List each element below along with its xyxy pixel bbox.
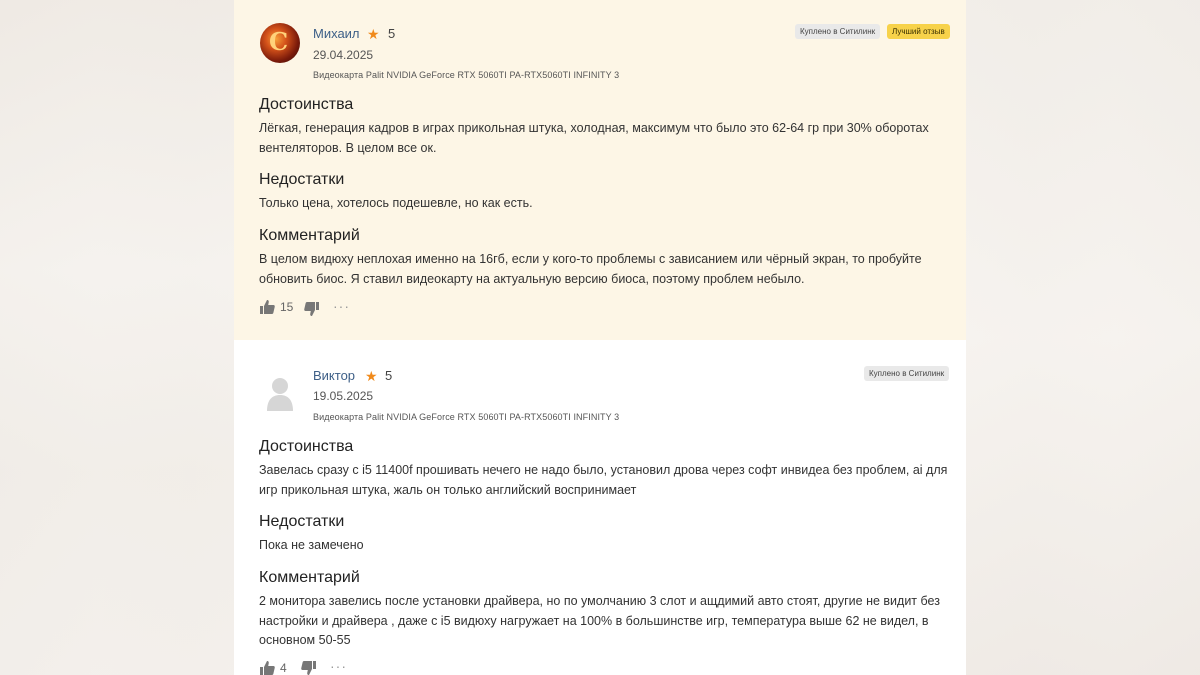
blurred-background-left — [0, 0, 234, 675]
review-card: Виктор ★ 5 19.05.2025 Видеокарта Palit N… — [234, 340, 966, 675]
product-name[interactable]: Видеокарта Palit NVIDIA GeForce RTX 5060… — [313, 70, 619, 80]
more-icon[interactable]: ··· — [333, 298, 350, 314]
like-count: 4 — [280, 661, 287, 675]
blurred-background-right — [966, 0, 1200, 675]
cons-title: Недостатки — [259, 171, 345, 188]
pros-text: Завелась сразу с i5 11400f прошивать неч… — [259, 463, 948, 497]
star-icon: ★ — [365, 368, 378, 384]
review-card: C Михаил ★ 5 29.04.2025 Видеокарта Palit… — [234, 0, 966, 340]
dislike-button[interactable] — [301, 661, 316, 675]
comment-title: Комментарий — [259, 227, 360, 244]
author-name[interactable]: Виктор — [313, 368, 355, 383]
thumbs-down-icon — [304, 302, 319, 316]
purchased-badge: Куплено в Ситилинк — [864, 366, 950, 381]
thumbs-down-icon — [301, 661, 316, 675]
thumbs-up-icon — [260, 300, 275, 314]
purchased-badge: Куплено в Ситилинк — [795, 24, 881, 39]
rating-value: 5 — [388, 26, 396, 41]
dislike-button[interactable] — [304, 302, 319, 316]
review-date: 19.05.2025 — [313, 389, 374, 403]
thumbs-up-icon — [260, 661, 275, 675]
cons-text: Пока не замечено — [259, 538, 364, 552]
star-icon: ★ — [367, 26, 380, 42]
product-name[interactable]: Видеокарта Palit NVIDIA GeForce RTX 5060… — [313, 412, 619, 422]
avatar[interactable] — [260, 373, 300, 413]
comment-text: В целом видюху неплохая именно на 16гб, … — [259, 252, 922, 286]
avatar[interactable]: C — [260, 23, 300, 63]
more-icon[interactable]: ··· — [330, 658, 347, 674]
pros-text: Лёгкая, генерация кадров в играх приколь… — [259, 121, 929, 155]
comment-text: 2 монитора завелись после установки драй… — [259, 594, 940, 647]
like-button[interactable]: 4 — [260, 661, 287, 675]
like-button[interactable]: 15 — [260, 300, 293, 314]
cons-text: Только цена, хотелось подешевле, но как … — [259, 196, 533, 210]
cons-title: Недостатки — [259, 513, 345, 530]
rating-value: 5 — [385, 368, 393, 383]
like-count: 15 — [280, 300, 294, 314]
pros-title: Достоинства — [259, 96, 354, 113]
pros-title: Достоинства — [259, 438, 354, 455]
comment-title: Комментарий — [259, 569, 360, 586]
review-date: 29.04.2025 — [313, 48, 374, 62]
author-name[interactable]: Михаил — [313, 26, 360, 41]
avatar-icon — [267, 378, 293, 411]
best-review-badge: Лучший отзыв — [887, 24, 950, 39]
